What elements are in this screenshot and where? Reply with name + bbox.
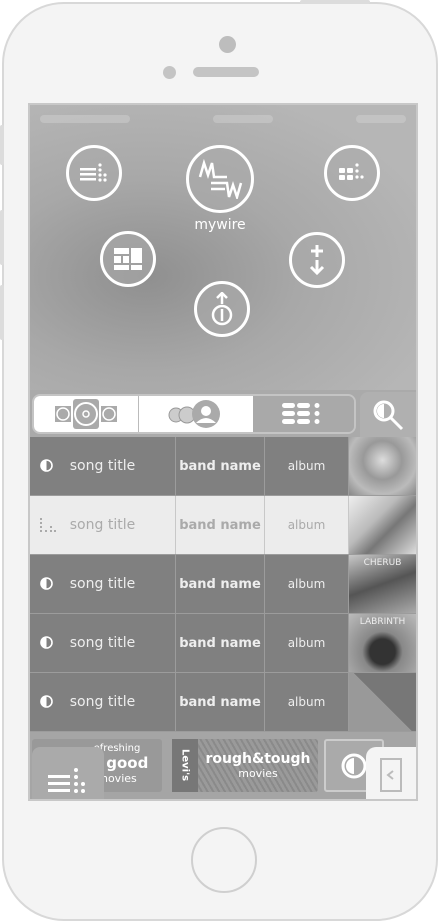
sensor	[163, 66, 176, 79]
song-title: song title	[69, 694, 136, 710]
song-title: song title	[69, 517, 136, 533]
album-art-image: LABRINTH	[349, 614, 416, 672]
album-art-image	[349, 496, 416, 554]
status-bar	[40, 115, 406, 129]
mywire-label: mywire	[194, 217, 246, 233]
hero-menu: mywire	[30, 105, 416, 390]
app-screen: mywire song title band name album song t…	[28, 103, 418, 801]
album-art	[349, 437, 416, 495]
upload-icon	[211, 292, 233, 326]
promo-banners: efreshing el good movies rough&tough mov…	[30, 732, 416, 799]
half-circle-icon	[40, 577, 53, 590]
view-tabs	[32, 394, 356, 434]
song-title: song title	[69, 635, 136, 651]
song-title-cell: song title	[30, 437, 176, 495]
album-name: album	[265, 673, 349, 731]
album-name: album	[265, 437, 349, 495]
add-download-button[interactable]	[289, 232, 345, 288]
song-title-cell: song title	[30, 673, 176, 731]
home-button[interactable]	[191, 827, 257, 893]
track-list: song title band name album song title ba…	[30, 437, 416, 732]
band-name: band name	[176, 555, 265, 613]
list-icon	[281, 403, 319, 424]
tab-users[interactable]	[138, 396, 253, 432]
track-row[interactable]: song title band name album	[30, 437, 416, 496]
song-title: song title	[69, 458, 136, 474]
tab-list[interactable]	[253, 396, 354, 432]
tiles-button[interactable]	[100, 231, 156, 287]
add-download-icon	[309, 245, 325, 275]
collapse-panel-button[interactable]	[366, 747, 416, 799]
song-title-cell: song title	[30, 496, 176, 554]
band-name: band name	[176, 614, 265, 672]
earpiece-speaker	[193, 67, 259, 77]
half-circle-icon	[40, 459, 53, 472]
front-camera	[219, 36, 236, 53]
album-art-text: CHERUB	[363, 558, 402, 568]
album-name: album	[265, 555, 349, 613]
power-button	[300, 0, 370, 4]
song-title-cell: song title	[30, 614, 176, 672]
mywire-logo-icon	[198, 159, 243, 199]
playlist-button[interactable]	[66, 145, 122, 201]
album-art	[349, 673, 416, 731]
song-title: song title	[69, 576, 136, 592]
track-row[interactable]: song title band name album CHERUB	[30, 555, 416, 614]
track-row[interactable]: song title band name album LABRINTH	[30, 614, 416, 673]
tiles-icon	[114, 248, 142, 270]
album-art: CHERUB	[349, 555, 416, 613]
playlist-icon	[48, 768, 85, 793]
levis-logo: Levi's	[172, 739, 198, 792]
album-name: album	[265, 614, 349, 672]
chevron-left-icon	[380, 758, 402, 792]
album-name: album	[265, 496, 349, 554]
track-row[interactable]: song title band name album	[30, 496, 416, 555]
band-name: band name	[176, 673, 265, 731]
half-circle-icon	[40, 695, 53, 708]
mywire-button[interactable]	[186, 145, 254, 213]
half-circle-icon	[40, 636, 53, 649]
users-icon	[168, 400, 220, 428]
album-art-image: CHERUB	[349, 555, 416, 613]
search-button[interactable]	[360, 392, 416, 437]
equalizer-icon	[40, 518, 56, 532]
volume-down-button	[0, 285, 4, 340]
album-art: LABRINTH	[349, 614, 416, 672]
search-icon	[373, 400, 404, 430]
band-name: band name	[176, 437, 265, 495]
tab-speakers[interactable]	[34, 396, 138, 432]
album-art-image	[349, 437, 416, 495]
album-art	[349, 496, 416, 554]
menu-button[interactable]	[32, 747, 104, 799]
band-name: band name	[176, 496, 265, 554]
half-circle-icon	[341, 753, 367, 779]
playlist-icon	[80, 163, 107, 182]
tab-bar	[30, 390, 416, 437]
mute-switch	[0, 125, 4, 165]
song-title-cell: song title	[30, 555, 176, 613]
album-art-text: LABRINTH	[359, 617, 406, 627]
grid-dots-icon	[339, 163, 364, 180]
album-art-image	[349, 673, 416, 731]
grid-menu-button[interactable]	[324, 145, 380, 201]
volume-up-button	[0, 210, 4, 265]
upload-button[interactable]	[194, 281, 250, 337]
track-row[interactable]: song title band name album	[30, 673, 416, 732]
speakers-icon	[55, 399, 117, 429]
